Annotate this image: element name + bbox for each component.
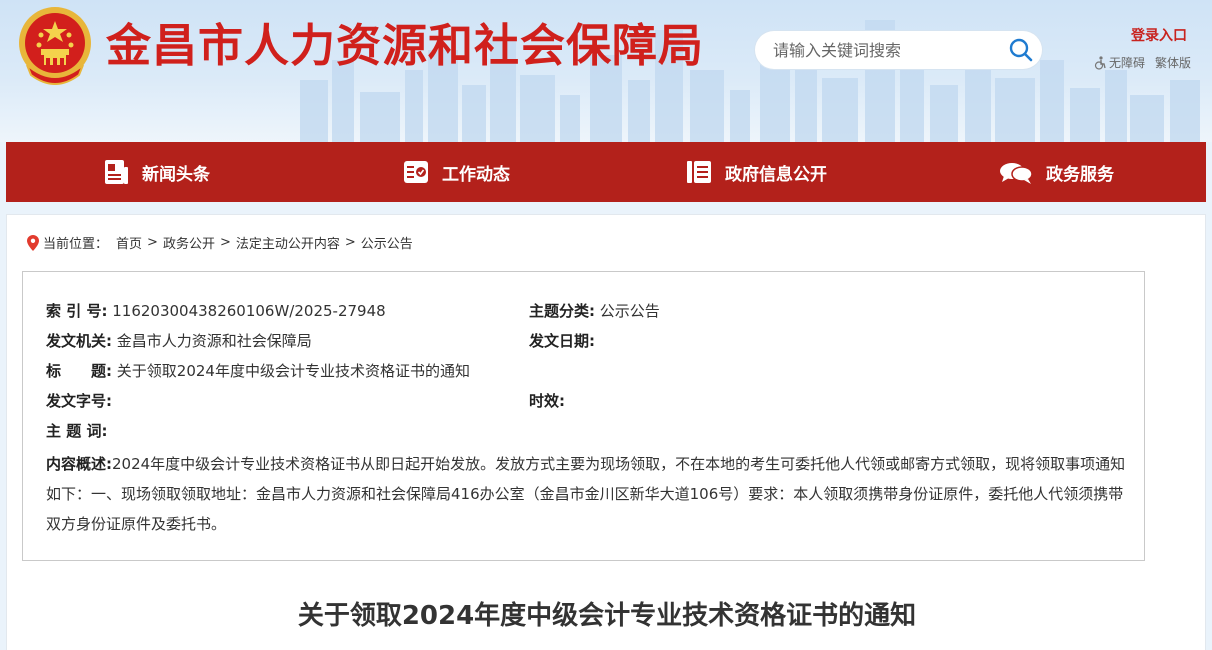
accessibility-link[interactable]: 无障碍 <box>1109 54 1145 71</box>
category-value: 公示公告 <box>599 302 660 320</box>
category-label: 主题分类: <box>529 302 595 320</box>
location-pin-icon <box>27 234 39 251</box>
main-nav: 新闻头条 工作动态 政府信息公开 政务服务 <box>6 142 1206 202</box>
date-label: 发文日期: <box>529 332 595 350</box>
nav-item-gov-info[interactable]: 政府信息公开 <box>606 142 906 202</box>
site-header: 金昌市人力资源和社会保障局 登录入口 无障碍 繁体版 <box>0 0 1212 142</box>
nav-label: 新闻头条 <box>142 164 210 185</box>
index-row: 索 引 号: 11620300438260106W/2025-27948 <box>46 300 386 322</box>
summary-row: 内容概述:2024年度中级会计专业技术资格证书从即日起开始发放。发放方式主要为现… <box>46 449 1126 539</box>
news-icon <box>105 160 128 184</box>
index-label: 索 引 号: <box>46 302 108 320</box>
nav-item-work[interactable]: 工作动态 <box>306 142 606 202</box>
summary-value: 2024年度中级会计专业技术资格证书从即日起开始发放。发放方式主要为现场领取，不… <box>46 455 1126 533</box>
nav-item-services[interactable]: 政务服务 <box>906 142 1206 202</box>
accessibility-icon <box>1094 55 1106 70</box>
traditional-chinese-link[interactable]: 繁体版 <box>1155 54 1191 71</box>
org-label: 发文机关: <box>46 332 112 350</box>
breadcrumb-separator: > <box>344 235 356 250</box>
breadcrumb-prefix: 当前位置： <box>43 237 109 252</box>
login-link[interactable]: 登录入口 <box>1131 25 1187 45</box>
keywords-row: 主 题 词: <box>46 420 107 442</box>
breadcrumb-notices[interactable]: 公示公告 <box>361 233 413 252</box>
title-value: 关于领取2024年度中级会计专业技术资格证书的通知 <box>116 362 470 380</box>
site-title: 金昌市人力资源和社会保障局 <box>106 19 705 72</box>
chat-icon <box>1000 163 1033 184</box>
org-row: 发文机关: 金昌市人力资源和社会保障局 <box>46 330 312 352</box>
article-title: 关于领取2024年度中级会计专业技术资格证书的通知 <box>297 601 917 631</box>
breadcrumb-home[interactable]: 首页 <box>116 233 142 252</box>
header-tools: 无障碍 繁体版 <box>1093 54 1191 71</box>
national-emblem-logo <box>19 7 91 85</box>
validity-label: 时效: <box>529 392 565 410</box>
document-info-box: 索 引 号: 11620300438260106W/2025-27948 主题分… <box>22 271 1145 561</box>
breadcrumb-separator: > <box>219 235 231 250</box>
date-row: 发文日期: <box>529 330 595 352</box>
category-row: 主题分类: 公示公告 <box>529 300 660 322</box>
work-icon <box>404 161 428 183</box>
nav-label: 政务服务 <box>1046 164 1114 185</box>
main-content: 当前位置： 首页 > 政务公开 > 法定主动公开内容 > 公示公告 索 引 号:… <box>6 214 1206 650</box>
list-icon <box>687 161 711 183</box>
search-box <box>755 31 1042 69</box>
doc-number-label: 发文字号: <box>46 392 112 410</box>
search-icon[interactable] <box>1008 37 1034 63</box>
title-row: 标 题: 关于领取2024年度中级会计专业技术资格证书的通知 <box>46 360 470 382</box>
doc-number-row: 发文字号: <box>46 390 112 412</box>
org-value: 金昌市人力资源和社会保障局 <box>116 332 312 350</box>
summary-label: 内容概述: <box>46 455 112 473</box>
nav-label: 政府信息公开 <box>725 164 827 185</box>
breadcrumb-gov-affairs[interactable]: 政务公开 <box>163 233 215 252</box>
validity-row: 时效: <box>529 390 565 412</box>
search-input[interactable] <box>773 31 993 69</box>
nav-item-news[interactable]: 新闻头条 <box>6 142 306 202</box>
breadcrumb-separator: > <box>147 235 158 250</box>
keywords-label: 主 题 词: <box>46 422 108 440</box>
nav-label: 工作动态 <box>442 164 510 185</box>
breadcrumb-statutory[interactable]: 法定主动公开内容 <box>236 233 340 252</box>
breadcrumb: 当前位置： 首页 > 政务公开 > 法定主动公开内容 > 公示公告 <box>27 233 413 252</box>
title-label: 标 题: <box>46 362 112 380</box>
index-value: 11620300438260106W/2025-27948 <box>112 302 386 320</box>
